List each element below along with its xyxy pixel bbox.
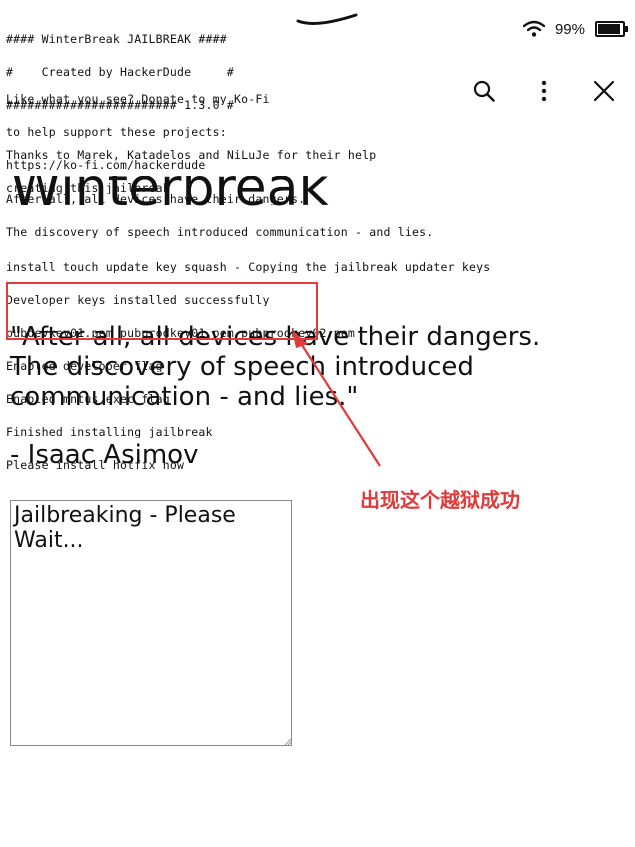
resize-grip-icon[interactable] (284, 738, 292, 746)
terminal-line: The discovery of speech introduced commu… (6, 227, 434, 238)
battery-fill (598, 24, 620, 34)
battery-tip (625, 26, 628, 32)
quote-line: communication - and lies." (10, 382, 359, 412)
wifi-icon (522, 20, 545, 37)
terminal-line: Thanks to Marek, Katadelos and NiLuJe fo… (6, 150, 377, 161)
quote-line: The discovery of speech introduced (10, 352, 474, 382)
more-vertical-icon (541, 80, 547, 102)
screen: Winterbreak #### WinterBreak JAILBREAK #… (0, 0, 635, 847)
annotation-text: 出现这个越狱成功 (360, 488, 520, 512)
battery-percent: 99% (554, 20, 585, 38)
log-line: install_touch_update_key_squash - Copyin… (6, 262, 491, 273)
browser-toolbar (471, 78, 617, 104)
search-icon (473, 80, 495, 102)
quote-author: - Isaac Asimov (10, 440, 199, 470)
status-bar: 99% (522, 14, 628, 44)
log-line: Finished installing jailbreak (6, 427, 213, 438)
more-options-button[interactable] (531, 78, 557, 104)
terminal-line: Like what you see? Donate to my Ko-Fi (6, 94, 270, 105)
terminal-line: After all, all devices have their danger… (6, 194, 306, 205)
swoosh-mark (296, 13, 358, 25)
highlight-box (6, 282, 318, 340)
close-button[interactable] (591, 78, 617, 104)
status-textarea[interactable]: Jailbreaking - Please Wait... (10, 500, 292, 746)
search-button[interactable] (471, 78, 497, 104)
battery-icon (595, 21, 628, 37)
close-icon (593, 80, 615, 102)
terminal-line: #### WinterBreak JAILBREAK #### (6, 34, 227, 45)
